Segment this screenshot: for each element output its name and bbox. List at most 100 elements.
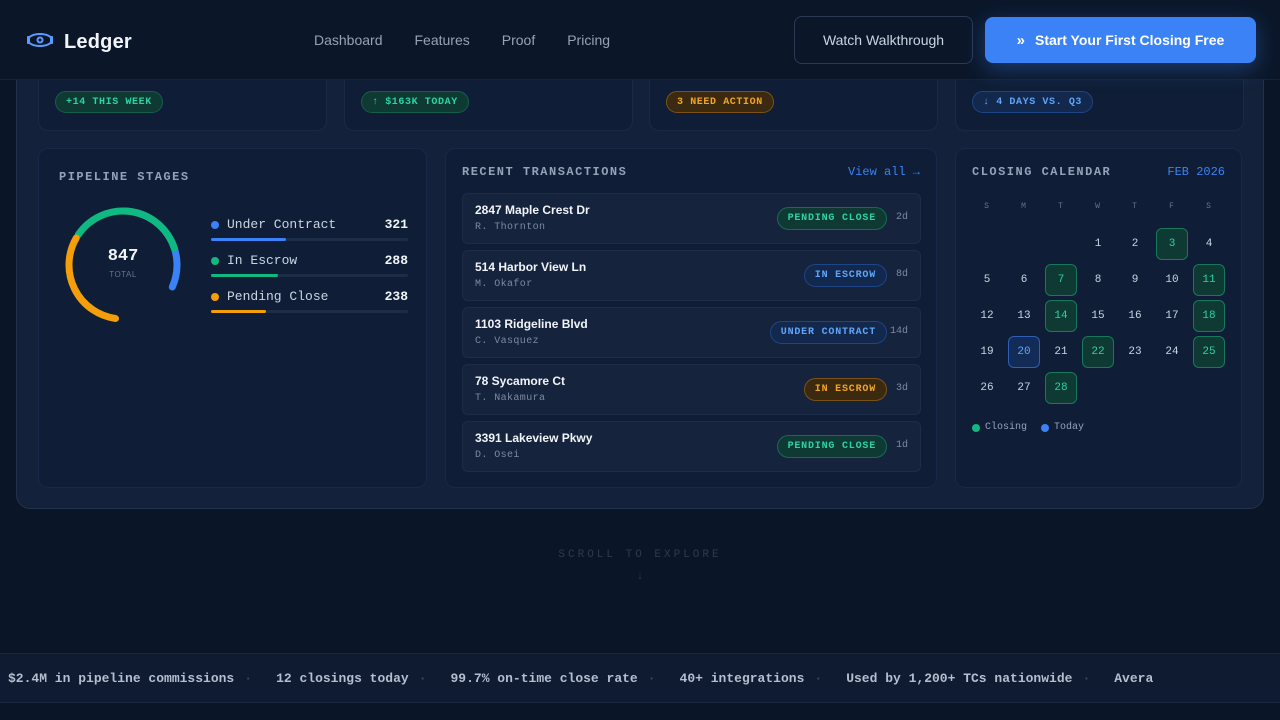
calendar-day[interactable]: 13 bbox=[1008, 300, 1040, 332]
transaction-status-badge: IN ESCROW bbox=[803, 264, 887, 287]
ticker-track: $2.4M in pipeline commissions · 12 closing… bbox=[8, 671, 1153, 686]
calendar-day[interactable]: 21 bbox=[1045, 336, 1077, 368]
calendar-day-closing[interactable]: 3 bbox=[1156, 228, 1188, 260]
transaction-row[interactable]: 78 Sycamore Ct T. Nakamura IN ESCROW 3d bbox=[462, 364, 921, 415]
transaction-agent: C. Vasquez bbox=[475, 336, 540, 347]
logo-icon bbox=[26, 28, 54, 57]
stage-track bbox=[211, 274, 408, 277]
stage-value: 288 bbox=[384, 253, 408, 268]
transaction-agent: M. Okafor bbox=[475, 279, 533, 290]
ticker-item: Avera bbox=[1114, 671, 1154, 686]
calendar-day[interactable]: 26 bbox=[971, 372, 1003, 404]
calendar-day-closing[interactable]: 7 bbox=[1045, 264, 1077, 296]
calendar-day[interactable]: 23 bbox=[1119, 336, 1151, 368]
calendar-day-closing[interactable]: 28 bbox=[1045, 372, 1077, 404]
calendar-card: CLOSING CALENDAR FEB 2026 SMTWTFS1234567… bbox=[955, 148, 1242, 488]
ticker-separator: · bbox=[244, 671, 253, 686]
calendar-day[interactable]: 16 bbox=[1119, 300, 1151, 332]
transactions-card: RECENT TRANSACTIONS View all → 2847 Mapl… bbox=[445, 148, 937, 488]
calendar-day[interactable]: 12 bbox=[971, 300, 1003, 332]
transaction-address: 78 Sycamore Ct bbox=[475, 374, 566, 388]
calendar-day[interactable]: 2 bbox=[1119, 228, 1151, 260]
calendar-day[interactable]: 4 bbox=[1193, 228, 1225, 260]
transaction-row[interactable]: 2847 Maple Crest Dr R. Thornton PENDING CL… bbox=[462, 193, 921, 244]
nav-link-proof[interactable]: Proof bbox=[502, 32, 535, 48]
calendar-day[interactable]: 24 bbox=[1156, 336, 1188, 368]
legend-today: Today bbox=[1041, 422, 1084, 433]
pipeline-total-label: TOTAL bbox=[109, 270, 137, 279]
nav-links: Dashboard Features Proof Pricing bbox=[314, 32, 610, 48]
stat-badge: 3 NEED ACTION bbox=[666, 91, 774, 113]
calendar-day[interactable]: 8 bbox=[1082, 264, 1114, 296]
calendar-month[interactable]: FEB 2026 bbox=[1167, 165, 1225, 179]
nav-link-features[interactable]: Features bbox=[415, 32, 470, 48]
nav-link-dashboard[interactable]: Dashboard bbox=[314, 32, 383, 48]
transaction-age: 1d bbox=[895, 440, 908, 451]
transaction-address: 1103 Ridgeline Blvd bbox=[475, 317, 588, 331]
transaction-row[interactable]: 1103 Ridgeline Blvd C. Vasquez UNDER CONTR… bbox=[462, 307, 921, 358]
calendar-day[interactable]: 1 bbox=[1082, 228, 1114, 260]
start-closing-button[interactable]: » Start Your First Closing Free bbox=[985, 17, 1256, 63]
transaction-row[interactable]: 3391 Lakeview Pkwy D. Osei PENDING CLOSE 1d bbox=[462, 421, 921, 472]
calendar-weekday: S bbox=[1206, 202, 1212, 211]
calendar-day-closing[interactable]: 11 bbox=[1193, 264, 1225, 296]
view-all-link[interactable]: View all → bbox=[848, 165, 920, 179]
calendar-day-closing[interactable]: 25 bbox=[1193, 336, 1225, 368]
top-nav: Ledger Dashboard Features Proof Pricing … bbox=[0, 0, 1280, 80]
calendar-day-closing[interactable]: 14 bbox=[1045, 300, 1077, 332]
ticker-separator: · bbox=[814, 671, 823, 686]
legend-today-label: Today bbox=[1054, 422, 1085, 433]
stage-dot bbox=[211, 257, 219, 265]
calendar-weekday: W bbox=[1095, 202, 1101, 211]
stage-bar bbox=[211, 310, 267, 313]
calendar-day[interactable]: 19 bbox=[971, 336, 1003, 368]
stage-under-contract[interactable]: Under Contract 321 bbox=[211, 217, 408, 247]
transaction-age: 3d bbox=[895, 383, 908, 394]
donut-center: 847 TOTAL bbox=[61, 247, 185, 279]
transaction-address: 3391 Lakeview Pkwy bbox=[475, 431, 593, 445]
scroll-hint: SCROLL TO EXPLORE bbox=[558, 549, 722, 561]
stage-label: Pending Close bbox=[227, 289, 329, 304]
stage-pending-close[interactable]: Pending Close 238 bbox=[211, 289, 408, 319]
arrow-down-icon: ↓ bbox=[637, 570, 643, 582]
nav-link-pricing[interactable]: Pricing bbox=[567, 32, 610, 48]
stage-value: 321 bbox=[384, 217, 408, 232]
calendar-day-closing[interactable]: 18 bbox=[1193, 300, 1225, 332]
transaction-age: 8d bbox=[895, 269, 908, 280]
calendar-title: CLOSING CALENDAR bbox=[972, 165, 1112, 179]
watch-walkthrough-button[interactable]: Watch Walkthrough bbox=[794, 16, 973, 64]
calendar-day-closing[interactable]: 22 bbox=[1082, 336, 1114, 368]
legend-dot bbox=[1041, 423, 1050, 432]
donut-segment bbox=[74, 207, 178, 252]
calendar-day[interactable]: 5 bbox=[971, 264, 1003, 296]
pipeline-total: 847 bbox=[107, 247, 139, 266]
stats-ticker: $2.4M in pipeline commissions · 12 closing… bbox=[0, 653, 1280, 703]
ticker-item: 12 closings today bbox=[276, 671, 409, 686]
stage-label: In Escrow bbox=[227, 253, 298, 268]
calendar-day[interactable]: 9 bbox=[1119, 264, 1151, 296]
transaction-status-badge: PENDING CLOSE bbox=[776, 207, 887, 230]
calendar-weekday: S bbox=[984, 202, 990, 211]
calendar-day[interactable]: 15 bbox=[1082, 300, 1114, 332]
stage-track bbox=[211, 310, 408, 313]
transaction-agent: T. Nakamura bbox=[475, 393, 546, 404]
calendar-day[interactable]: 6 bbox=[1008, 264, 1040, 296]
calendar-day[interactable]: 10 bbox=[1156, 264, 1188, 296]
stat-badge: ↓ 4 DAYS VS. Q3 bbox=[972, 91, 1094, 113]
calendar-day[interactable]: 27 bbox=[1008, 372, 1040, 404]
calendar-day-today[interactable]: 20 bbox=[1008, 336, 1040, 368]
stage-dot bbox=[211, 293, 219, 301]
legend-closing-label: Closing bbox=[985, 422, 1028, 433]
brand-name: Ledger bbox=[64, 31, 132, 53]
calendar-day[interactable]: 17 bbox=[1156, 300, 1188, 332]
stage-value: 238 bbox=[384, 289, 408, 304]
brand[interactable]: Ledger bbox=[26, 28, 132, 57]
stage-in-escrow[interactable]: In Escrow 288 bbox=[211, 253, 408, 283]
stage-track bbox=[211, 238, 408, 241]
calendar-weekday: M bbox=[1021, 202, 1027, 211]
transaction-row[interactable]: 514 Harbor View Ln M. Okafor IN ESCROW 8d bbox=[462, 250, 921, 301]
transaction-status-badge: IN ESCROW bbox=[803, 378, 887, 401]
stage-bar bbox=[211, 238, 286, 241]
transaction-status-badge: PENDING CLOSE bbox=[776, 435, 887, 458]
legend-dot bbox=[972, 423, 980, 432]
